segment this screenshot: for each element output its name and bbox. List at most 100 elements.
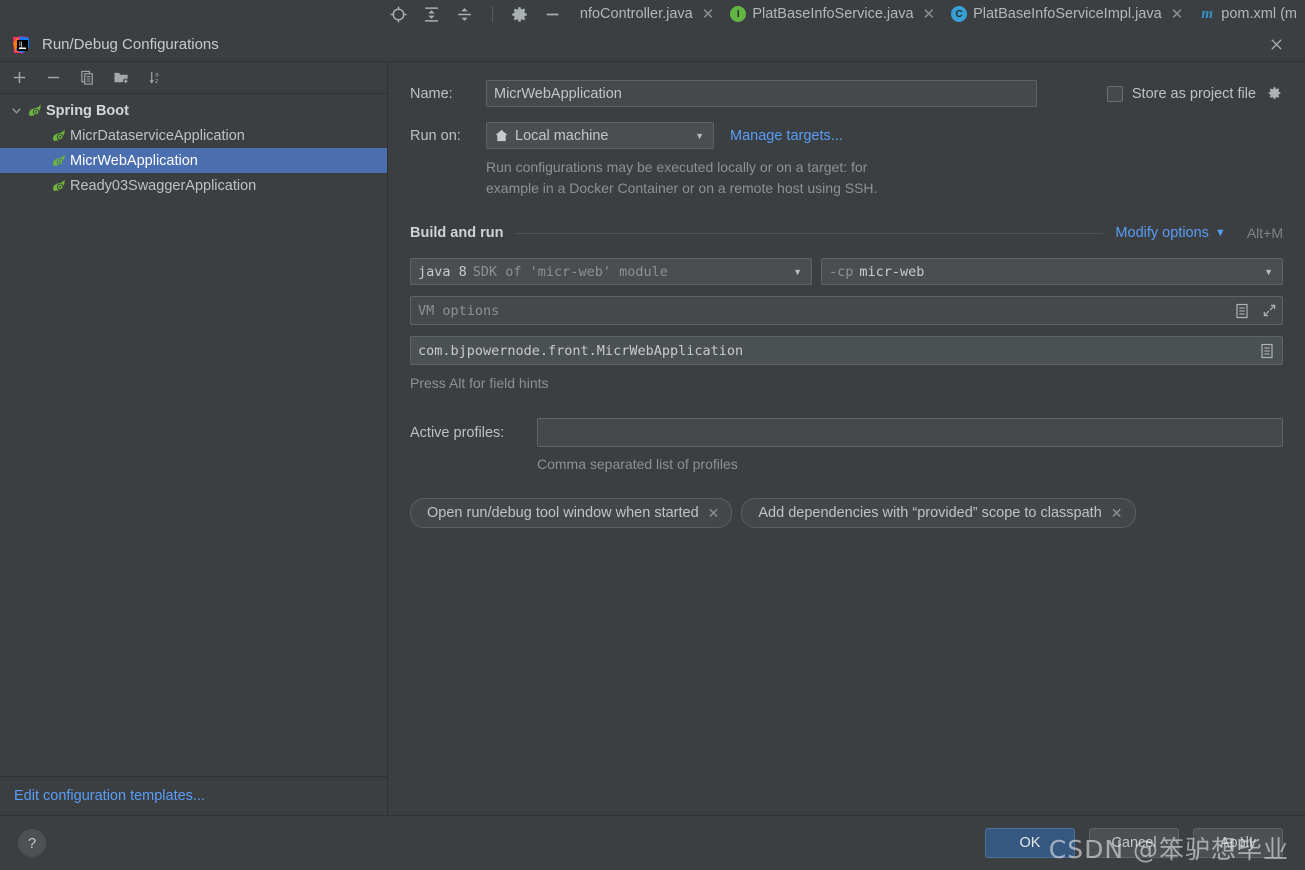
editor-tab-pom[interactable]: m pom.xml (m xyxy=(1191,0,1305,28)
tree-item-ready03-swagger-application[interactable]: Ready03SwaggerApplication xyxy=(0,173,387,198)
name-input[interactable]: MicrWebApplication xyxy=(486,80,1037,107)
modify-options-link[interactable]: Modify options xyxy=(1115,225,1209,241)
classpath-prefix: -cp xyxy=(829,263,854,280)
chevron-down-icon[interactable]: ▼ xyxy=(788,267,807,277)
main-class-input[interactable]: com.bjpowernode.front.MicrWebApplication xyxy=(410,336,1283,365)
spring-boot-icon xyxy=(50,152,67,169)
svg-text:z: z xyxy=(155,78,158,85)
copy-configuration-button[interactable] xyxy=(77,68,97,88)
tree-item-label: MicrDataserviceApplication xyxy=(70,127,245,144)
help-button[interactable]: ? xyxy=(18,829,46,857)
editor-tab-service-impl[interactable]: C PlatBaseInfoServiceImpl.java ✕ xyxy=(943,0,1191,28)
tree-item-micr-web-application[interactable]: MicrWebApplication xyxy=(0,148,387,173)
chip-add-provided-scope-dependencies[interactable]: Add dependencies with “provided” scope t… xyxy=(741,498,1136,528)
tree-item-micr-dataservice-application[interactable]: MicrDataserviceApplication xyxy=(0,123,387,148)
settings-gear-icon[interactable] xyxy=(511,5,529,23)
configurations-tree: Spring Boot MicrDataserviceApplication M… xyxy=(0,94,387,776)
vm-options-actions xyxy=(1233,302,1278,320)
manage-targets-link[interactable]: Manage targets... xyxy=(730,128,843,144)
class-badge-icon: C xyxy=(951,6,968,22)
active-profiles-input[interactable] xyxy=(537,418,1283,447)
run-on-help-text: Run configurations may be executed local… xyxy=(410,157,1283,199)
edit-configuration-templates-link[interactable]: Edit configuration templates... xyxy=(14,788,205,804)
run-on-row: Run on: Local machine ▼ Manage targets..… xyxy=(410,122,1283,149)
field-hints-text: Press Alt for field hints xyxy=(410,375,549,391)
active-profiles-row: Active profiles: xyxy=(410,418,1283,447)
option-chips: Open run/debug tool window when started … xyxy=(410,498,1283,528)
home-icon xyxy=(494,128,509,143)
edit-templates-footer: Edit configuration templates... xyxy=(0,776,387,815)
jdk-module-value: SDK of 'micr-web' module xyxy=(472,263,668,280)
sort-alphabetically-button[interactable]: az xyxy=(145,68,165,88)
classpath-module-select[interactable]: -cp micr-web ▼ xyxy=(821,258,1283,285)
remove-configuration-button[interactable] xyxy=(43,68,63,88)
close-icon[interactable]: ✕ xyxy=(923,7,936,22)
configurations-toolbar: az xyxy=(0,62,387,94)
spring-boot-icon xyxy=(26,102,43,119)
spring-boot-icon xyxy=(50,177,67,194)
dialog-footer: ? OK Cancel Apply CSDN @笨驴想毕业 xyxy=(0,815,1305,870)
hide-tool-window-icon[interactable] xyxy=(544,5,562,23)
collapse-all-icon[interactable] xyxy=(456,5,474,23)
tree-item-label: Ready03SwaggerApplication xyxy=(70,177,257,194)
run-debug-configurations-window: nfoController.java ✕ I PlatBaseInfoServi… xyxy=(0,0,1305,870)
svg-text:IJ: IJ xyxy=(19,41,23,48)
dialog-buttons: OK Cancel Apply xyxy=(985,828,1283,858)
main-class-value: com.bjpowernode.front.MicrWebApplication xyxy=(418,342,744,359)
chevron-down-icon[interactable] xyxy=(8,103,24,119)
apply-button[interactable]: Apply xyxy=(1193,828,1283,858)
close-icon[interactable]: ✕ xyxy=(1111,505,1123,522)
add-configuration-button[interactable] xyxy=(9,68,29,88)
active-profiles-label: Active profiles: xyxy=(410,424,505,441)
close-icon[interactable]: ✕ xyxy=(702,7,715,22)
chevron-down-icon[interactable]: ▼ xyxy=(690,131,709,141)
interface-badge-icon: I xyxy=(730,6,747,22)
editor-toolbar-icons xyxy=(390,5,572,23)
run-on-target-select[interactable]: Local machine ▼ xyxy=(486,122,714,149)
editor-tab-service[interactable]: I PlatBaseInfoService.java ✕ xyxy=(722,0,943,28)
close-icon[interactable] xyxy=(1265,34,1287,56)
chevron-down-icon[interactable]: ▼ xyxy=(1259,267,1278,277)
jdk-select[interactable]: java 8 SDK of 'micr-web' module ▼ xyxy=(410,258,812,285)
dialog-body: az Spring Boot MicrDataserviceApplicatio… xyxy=(0,62,1305,815)
ok-button[interactable]: OK xyxy=(985,828,1075,858)
cancel-button[interactable]: Cancel xyxy=(1089,828,1179,858)
vm-options-placeholder: VM options xyxy=(418,302,500,319)
new-folder-button[interactable] xyxy=(111,68,131,88)
store-as-project-file-checkbox[interactable] xyxy=(1106,85,1123,102)
configurations-panel: az Spring Boot MicrDataserviceApplicatio… xyxy=(0,62,388,815)
spring-boot-icon xyxy=(50,127,67,144)
insert-macro-icon[interactable] xyxy=(1258,342,1276,360)
toolbar-divider xyxy=(491,6,493,22)
tree-item-label: MicrWebApplication xyxy=(70,152,198,169)
close-icon[interactable]: ✕ xyxy=(708,505,720,522)
build-and-run-label: Build and run xyxy=(410,225,504,241)
maven-badge-icon: m xyxy=(1201,5,1214,22)
run-on-help-line-2: example in a Docker Container or on a re… xyxy=(486,180,878,196)
editor-tab-label: PlatBaseInfoServiceImpl.java xyxy=(973,6,1162,22)
section-divider xyxy=(515,232,1104,234)
intellij-logo-icon: IJ xyxy=(10,34,32,56)
jdk-version-value: java 8 xyxy=(418,263,467,280)
editor-tab-label: nfoController.java xyxy=(579,6,693,22)
classpath-module-value: micr-web xyxy=(859,263,925,280)
tree-group-label: Spring Boot xyxy=(46,102,129,119)
name-row: Name: MicrWebApplication Store as projec… xyxy=(410,80,1283,107)
run-on-target-value: Local machine xyxy=(515,127,609,144)
page-title: Run/Debug Configurations xyxy=(42,36,219,53)
vm-options-input[interactable]: VM options xyxy=(410,296,1283,325)
insert-macro-icon[interactable] xyxy=(1233,302,1251,320)
close-icon[interactable]: ✕ xyxy=(1171,7,1184,22)
chip-open-run-debug-tool-window[interactable]: Open run/debug tool window when started … xyxy=(410,498,733,528)
editor-tab-label: PlatBaseInfoService.java xyxy=(752,6,914,22)
expand-all-icon[interactable] xyxy=(423,5,441,23)
tree-group-spring-boot[interactable]: Spring Boot xyxy=(0,98,387,123)
expand-editor-icon[interactable] xyxy=(1260,302,1278,320)
run-on-help-line-1: Run configurations may be executed local… xyxy=(486,159,868,175)
store-as-project-file-label: Store as project file xyxy=(1131,85,1256,102)
editor-tab-controller[interactable]: nfoController.java ✕ xyxy=(572,0,722,28)
target-icon[interactable] xyxy=(390,5,408,23)
dialog-header: IJ Run/Debug Configurations xyxy=(0,28,1305,61)
chevron-down-icon[interactable]: ▼ xyxy=(1215,227,1226,239)
gear-icon[interactable] xyxy=(1265,85,1283,103)
